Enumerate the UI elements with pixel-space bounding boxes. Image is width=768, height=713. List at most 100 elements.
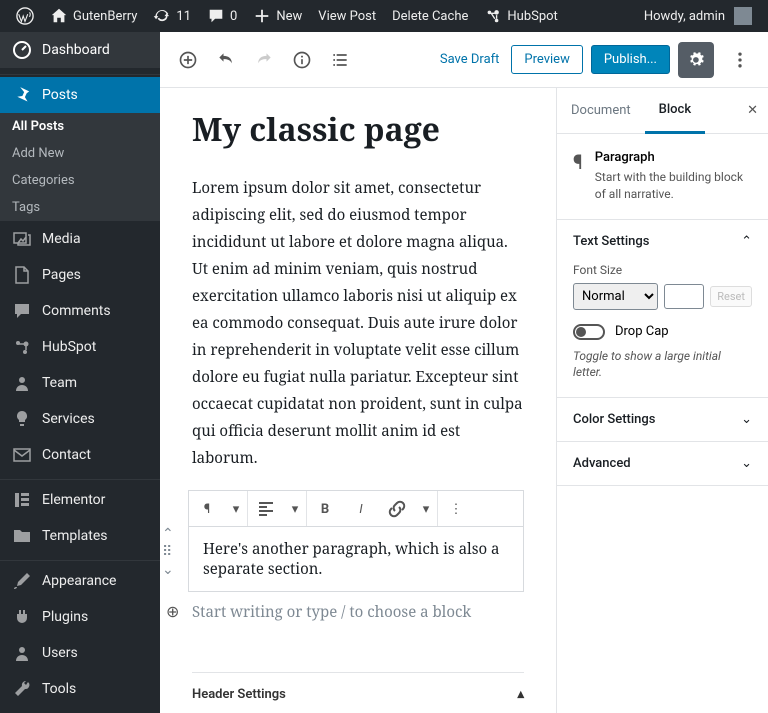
account[interactable]: Howdy, admin <box>636 0 760 32</box>
wp-logo[interactable] <box>8 0 42 32</box>
settings-toggle[interactable] <box>678 42 714 78</box>
elementor-icon <box>12 490 32 510</box>
advanced-panel: Advanced⌄ <box>557 442 768 486</box>
block-toolbar: ¶ ▾ ▾ B I ▾ ⋮ <box>188 490 524 526</box>
move-down-button[interactable]: ⌄ <box>162 562 174 578</box>
chevron-down-icon: ⌄ <box>741 412 752 427</box>
plug-icon <box>12 607 32 627</box>
bulb-icon <box>12 409 32 429</box>
page-icon <box>12 265 32 285</box>
updates[interactable]: 11 <box>145 0 199 32</box>
hubspot-icon <box>12 337 32 357</box>
font-size-reset[interactable]: Reset <box>710 286 752 307</box>
menu-contact[interactable]: Contact <box>0 437 160 473</box>
menu-tools[interactable]: Tools <box>0 671 160 707</box>
selected-block: ⌃ ⠿ ⌄ ¶ ▾ ▾ B I <box>188 490 524 592</box>
user-icon <box>12 373 32 393</box>
text-settings-toggle[interactable]: Text Settings⌃ <box>557 220 768 263</box>
dropcap-label: Drop Cap <box>615 324 669 339</box>
block-appender[interactable]: Start writing or type / to choose a bloc… <box>192 592 524 622</box>
menu-pages[interactable]: Pages <box>0 257 160 293</box>
comment-icon <box>12 301 32 321</box>
hubspot-menu[interactable]: HubSpot <box>476 0 565 32</box>
posts-submenu: All Posts Add New Categories Tags <box>0 113 160 221</box>
format-dropdown[interactable]: ▾ <box>415 491 437 527</box>
submenu-categories[interactable]: Categories <box>0 167 160 194</box>
align-button[interactable] <box>248 491 284 527</box>
menu-media[interactable]: Media <box>0 221 160 257</box>
menu-comments[interactable]: Comments <box>0 293 160 329</box>
admin-toolbar: GutenBerry 11 0 New View Post Delete Cac… <box>0 0 768 32</box>
link-button[interactable] <box>379 491 415 527</box>
undo-button[interactable] <box>208 42 244 78</box>
editor-header: Save Draft Preview Publish... <box>160 32 768 88</box>
settings-sidebar: Document Block ✕ ¶ Paragraph Start with … <box>556 88 768 713</box>
block-card: ¶ Paragraph Start with the building bloc… <box>557 134 768 220</box>
italic-button[interactable]: I <box>343 491 379 527</box>
menu-services[interactable]: Services <box>0 401 160 437</box>
pin-icon <box>12 85 32 105</box>
menu-dashboard[interactable]: Dashboard <box>0 32 160 68</box>
comments-count[interactable]: 0 <box>199 0 245 32</box>
submenu-add-new[interactable]: Add New <box>0 140 160 167</box>
brush-icon <box>12 571 32 591</box>
menu-team[interactable]: Team <box>0 365 160 401</box>
users-icon <box>12 643 32 663</box>
block-description: Start with the building block of all nar… <box>595 169 752 203</box>
font-size-input[interactable] <box>664 284 704 309</box>
menu-templates[interactable]: Templates <box>0 518 160 554</box>
metabox-toggle[interactable]: Header Settings▴ <box>192 673 524 713</box>
drag-handle[interactable]: ⠿ <box>162 544 174 560</box>
paragraph-icon: ¶ <box>573 150 583 203</box>
header-settings-metabox: Header Settings▴ Header overlay Include … <box>192 672 524 713</box>
block-movers: ⌃ ⠿ ⌄ <box>162 526 174 578</box>
dropcap-toggle[interactable] <box>573 324 605 340</box>
redo-button[interactable] <box>246 42 282 78</box>
block-more-button[interactable]: ⋮ <box>438 491 474 527</box>
menu-posts[interactable]: Posts <box>0 77 160 113</box>
tab-document[interactable]: Document <box>557 89 645 132</box>
post-title[interactable]: My classic page <box>192 108 524 151</box>
bold-button[interactable]: B <box>307 491 343 527</box>
dropcap-description: Toggle to show a large initial letter. <box>573 348 752 382</box>
tab-block[interactable]: Block <box>645 88 705 134</box>
admin-sidebar: Dashboard Posts All Posts Add New Catego… <box>0 32 160 713</box>
more-menu[interactable] <box>722 42 758 78</box>
font-size-label: Font Size <box>573 263 752 277</box>
paragraph-block-active[interactable]: Here's another paragraph, which is also … <box>188 526 524 592</box>
appender-add-icon[interactable]: ⊕ <box>166 602 179 621</box>
publish-button[interactable]: Publish... <box>591 45 670 74</box>
color-settings-panel: Color Settings⌄ <box>557 398 768 442</box>
align-dropdown[interactable]: ▾ <box>284 491 306 527</box>
block-name: Paragraph <box>595 150 752 165</box>
color-settings-toggle[interactable]: Color Settings⌄ <box>557 398 768 441</box>
delete-cache[interactable]: Delete Cache <box>384 0 476 32</box>
menu-users[interactable]: Users <box>0 635 160 671</box>
close-sidebar-button[interactable]: ✕ <box>737 93 768 128</box>
add-block-button[interactable] <box>170 42 206 78</box>
preview-button[interactable]: Preview <box>511 45 582 74</box>
advanced-toggle[interactable]: Advanced⌄ <box>557 442 768 485</box>
menu-plugins[interactable]: Plugins <box>0 599 160 635</box>
submenu-tags[interactable]: Tags <box>0 194 160 221</box>
site-name[interactable]: GutenBerry <box>42 0 145 32</box>
paragraph-block[interactable]: Lorem ipsum dolor sit amet, consectetur … <box>192 175 524 472</box>
block-type-button[interactable]: ¶ <box>189 491 225 527</box>
text-settings-panel: Text Settings⌃ Font Size Normal Reset Dr… <box>557 220 768 399</box>
font-size-select[interactable]: Normal <box>573 283 658 310</box>
block-editor: Save Draft Preview Publish... My classic… <box>160 32 768 713</box>
block-type-dropdown[interactable]: ▾ <box>225 491 247 527</box>
new-content[interactable]: New <box>245 0 310 32</box>
outline-button[interactable] <box>322 42 358 78</box>
save-draft-button[interactable]: Save Draft <box>436 46 504 73</box>
menu-elementor[interactable]: Elementor <box>0 482 160 518</box>
view-post[interactable]: View Post <box>310 0 384 32</box>
info-button[interactable] <box>284 42 320 78</box>
menu-appearance[interactable]: Appearance <box>0 563 160 599</box>
chevron-down-icon: ⌄ <box>741 456 752 471</box>
avatar <box>734 7 752 25</box>
editor-canvas[interactable]: My classic page Lorem ipsum dolor sit am… <box>160 88 556 713</box>
move-up-button[interactable]: ⌃ <box>162 526 174 542</box>
submenu-all-posts[interactable]: All Posts <box>0 113 160 140</box>
menu-hubspot[interactable]: HubSpot <box>0 329 160 365</box>
